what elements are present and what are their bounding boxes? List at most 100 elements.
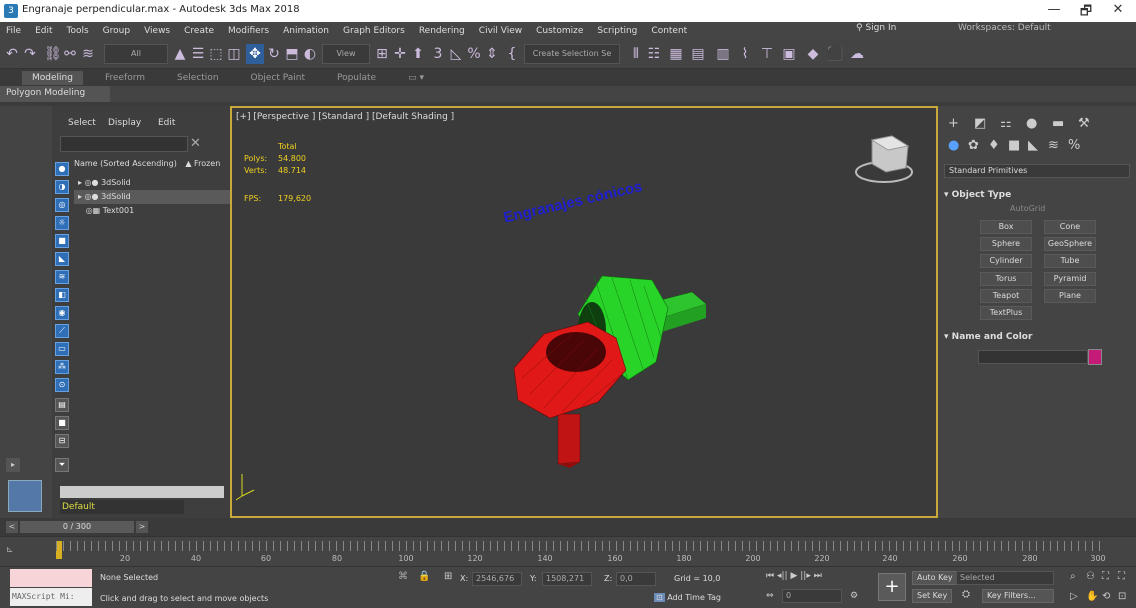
primitive-type-dropdown[interactable]: Standard Primitives <box>944 164 1130 178</box>
menu-customize[interactable]: Customize <box>536 26 583 36</box>
gears-render[interactable] <box>232 108 936 516</box>
percent-snap-icon[interactable]: % <box>466 44 482 64</box>
geometry-category-icon[interactable]: ● <box>948 138 959 153</box>
rotate-icon[interactable]: ↻ <box>266 44 282 64</box>
workspaces-dropdown[interactable]: Workspaces: Default <box>958 23 1051 33</box>
display-none-filter-icon[interactable]: ■ <box>55 416 69 430</box>
y-coordinate-field[interactable]: 1508,271 <box>542 572 592 586</box>
list-item[interactable]: ▸ ◎● 3dSolid <box>74 190 230 204</box>
display-containers-icon[interactable]: ▭ <box>55 342 69 356</box>
menu-scripting[interactable]: Scripting <box>597 26 637 36</box>
display-helpers-icon[interactable]: ◣ <box>55 252 69 266</box>
rendered-frame-icon[interactable]: ◆ <box>804 44 822 64</box>
se-column-header[interactable]: Name (Sorted Ascending) ▲ Frozen <box>74 159 230 168</box>
curve-editor-icon[interactable]: ▥ <box>714 44 732 64</box>
minimize-button[interactable]: — <box>1040 2 1068 20</box>
systems-category-icon[interactable]: % <box>1068 138 1080 153</box>
teapot-button[interactable]: Teapot <box>980 289 1032 303</box>
cone-button[interactable]: Cone <box>1044 220 1096 234</box>
isolate-icon[interactable]: ⌘ <box>398 571 408 582</box>
menu-graph-editors[interactable]: Graph Editors <box>343 26 405 36</box>
se-search-input[interactable] <box>60 136 188 152</box>
menu-edit[interactable]: Edit <box>35 26 52 36</box>
prev-frame-icon[interactable]: < <box>6 521 18 533</box>
go-to-start-icon[interactable]: ⏮ <box>766 571 774 581</box>
tab-modeling[interactable]: Modeling <box>22 70 83 85</box>
z-coordinate-field[interactable]: 0,0 <box>616 572 656 586</box>
menu-civil-view[interactable]: Civil View <box>479 26 522 36</box>
menu-content[interactable]: Content <box>651 26 687 36</box>
se-menu-display[interactable]: Display <box>108 118 141 128</box>
perspective-viewport[interactable]: [+] [Perspective ] [Standard ] [Default … <box>230 106 938 518</box>
tube-button[interactable]: Tube <box>1044 254 1096 268</box>
maximize-viewport-icon[interactable]: ⊡ <box>1118 591 1126 602</box>
menu-rendering[interactable]: Rendering <box>419 26 465 36</box>
viewport-layout-icon[interactable] <box>8 480 42 512</box>
se-header-frozen[interactable]: ▲ Frozen <box>185 159 220 168</box>
ribbon-toggle-icon[interactable]: ▤ <box>690 44 706 64</box>
menu-animation[interactable]: Animation <box>283 26 329 36</box>
menu-tools[interactable]: Tools <box>67 26 89 36</box>
hierarchy-tab-icon[interactable]: ⚏ <box>1000 116 1012 131</box>
select-by-name-icon[interactable]: ☰ <box>190 44 206 64</box>
zoom-icon[interactable]: ⌕ <box>1070 571 1076 582</box>
zoom-extents-icon[interactable]: ⛶ <box>1102 571 1109 582</box>
bind-space-warp-icon[interactable]: ≋ <box>80 44 96 64</box>
time-config-icon[interactable]: ⚙ <box>850 591 858 601</box>
menu-file[interactable]: File <box>6 26 21 36</box>
edit-named-selection-icon[interactable]: { <box>504 44 520 64</box>
display-frozen-icon[interactable]: ⊙ <box>55 378 69 392</box>
angle-snap-icon[interactable]: ◺ <box>448 44 464 64</box>
field-of-view-icon[interactable]: ▷ <box>1070 591 1078 602</box>
object-name-input[interactable] <box>978 350 1088 364</box>
display-bones-icon[interactable]: ⟋ <box>55 324 69 338</box>
utilities-tab-icon[interactable]: ⚒ <box>1078 116 1090 131</box>
cylinder-button[interactable]: Cylinder <box>980 254 1032 268</box>
unlink-icon[interactable]: ⚯ <box>62 44 78 64</box>
display-groups-icon[interactable]: ◧ <box>55 288 69 302</box>
key-mode-icon[interactable]: ⇔ <box>766 591 774 601</box>
autogrid-checkbox[interactable]: AutoGrid <box>1010 204 1045 213</box>
spinner-snap-icon[interactable]: ⇕ <box>484 44 500 64</box>
plane-button[interactable]: Plane <box>1044 289 1096 303</box>
key-filters-button[interactable]: Key Filters... <box>982 589 1054 603</box>
place-icon[interactable]: ◐ <box>302 44 318 64</box>
pivot-icon[interactable]: ⊞ <box>374 44 390 64</box>
align-icon[interactable]: ☷ <box>646 44 662 64</box>
name-and-color-rollout[interactable]: ▾ Name and Color <box>944 332 1130 342</box>
render-setup-icon[interactable]: ▣ <box>780 44 798 64</box>
display-shapes-icon[interactable]: ◎ <box>55 198 69 212</box>
render-production-icon[interactable]: ⬛ <box>826 44 844 64</box>
maxscript-mini-listener[interactable]: MAXScript Mi: <box>10 588 92 606</box>
tab-freeform[interactable]: Freeform <box>95 71 155 85</box>
mirror-icon[interactable]: ⫴ <box>628 44 644 64</box>
box-button[interactable]: Box <box>980 220 1032 234</box>
display-none-icon[interactable]: ● <box>55 162 69 176</box>
menu-create[interactable]: Create <box>184 26 214 36</box>
named-selection-set-dropdown[interactable]: Create Selection Se <box>524 44 620 64</box>
tab-object-paint[interactable]: Object Paint <box>241 71 315 85</box>
display-particles-icon[interactable]: ⁂ <box>55 360 69 374</box>
spacewarps-category-icon[interactable]: ≋ <box>1048 138 1059 153</box>
se-menu-select[interactable]: Select <box>68 118 96 128</box>
x-coordinate-field[interactable]: 2546,676 <box>472 572 522 586</box>
select-manipulate-icon[interactable]: ✛ <box>392 44 408 64</box>
render-in-cloud-icon[interactable]: ☁ <box>848 44 866 64</box>
orbit-icon[interactable]: ⟲ <box>1102 591 1110 602</box>
object-color-swatch[interactable] <box>1088 349 1102 365</box>
selection-filter-dropdown[interactable]: All <box>104 44 168 64</box>
se-menu-edit[interactable]: Edit <box>158 118 175 128</box>
set-key-button[interactable]: Set Key <box>912 589 953 603</box>
menu-views[interactable]: Views <box>144 26 170 36</box>
tab-populate[interactable]: Populate <box>327 71 386 85</box>
create-tab-icon[interactable]: + <box>948 116 959 131</box>
list-item[interactable]: ▸ ◎● 3dSolid <box>74 176 230 190</box>
redo-icon[interactable]: ↷ <box>22 44 38 64</box>
lock-icon[interactable]: 🔒 <box>418 571 430 582</box>
lights-category-icon[interactable]: ♦ <box>988 138 1000 153</box>
keyboard-shortcut-icon[interactable]: ⬆ <box>410 44 426 64</box>
material-editor-icon[interactable]: ⊤ <box>758 44 776 64</box>
se-clear-icon[interactable]: ✕ <box>190 136 201 151</box>
select-object-icon[interactable]: ▲ <box>172 44 188 64</box>
zoom-all-icon[interactable]: ⚇ <box>1086 571 1095 582</box>
